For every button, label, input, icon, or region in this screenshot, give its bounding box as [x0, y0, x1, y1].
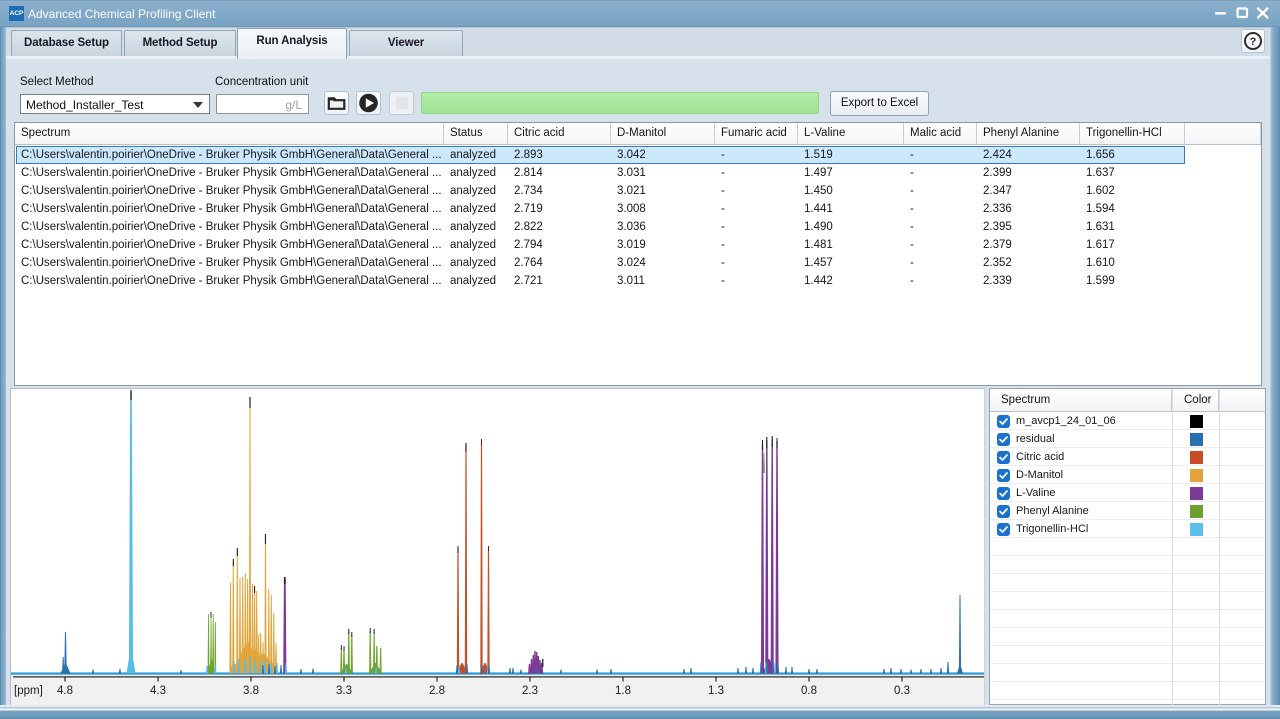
svg-text:2.3: 2.3 — [522, 685, 538, 697]
svg-text:2.8: 2.8 — [429, 685, 445, 697]
svg-text:3.8: 3.8 — [243, 685, 259, 697]
svg-text:1.8: 1.8 — [615, 685, 631, 697]
svg-text:[ppm]: [ppm] — [14, 685, 43, 697]
svg-text:4.8: 4.8 — [57, 685, 73, 697]
svg-text:0.3: 0.3 — [894, 685, 910, 697]
svg-text:3.3: 3.3 — [336, 685, 352, 697]
svg-text:0.8: 0.8 — [801, 685, 817, 697]
svg-text:4.3: 4.3 — [150, 685, 166, 697]
svg-text:?: ? — [1250, 36, 1257, 48]
svg-text:1.3: 1.3 — [708, 685, 724, 697]
